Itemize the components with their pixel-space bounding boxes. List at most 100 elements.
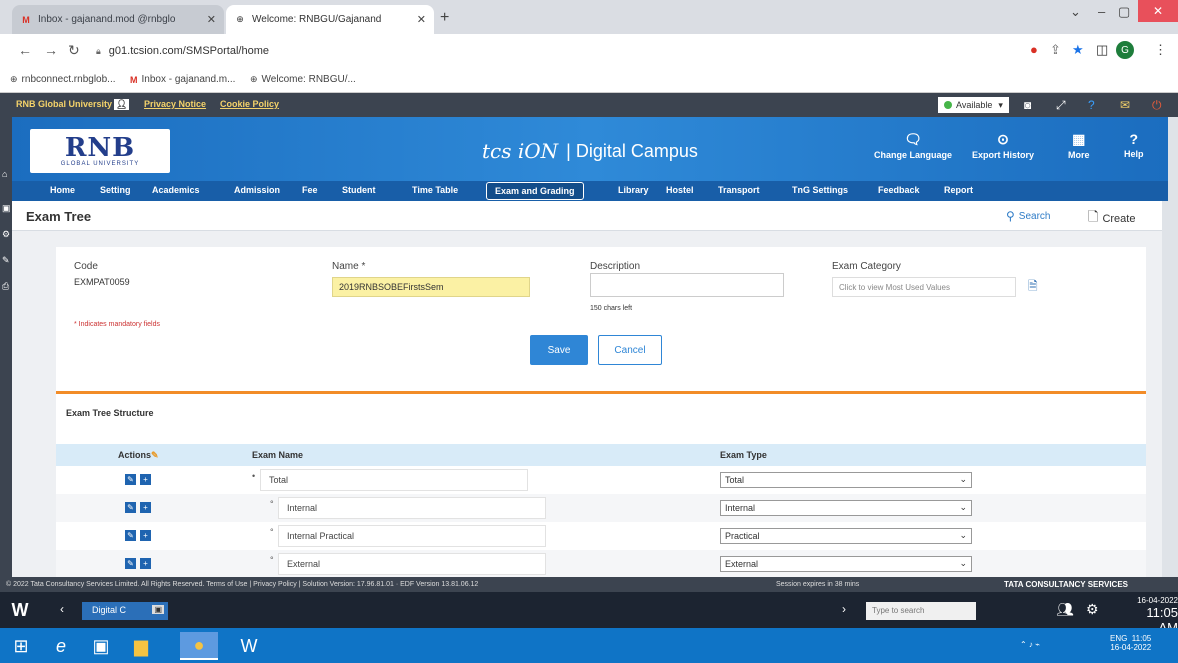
forward-icon[interactable]: →	[44, 42, 58, 58]
new-tab-button[interactable]: +	[440, 9, 449, 27]
more-button[interactable]: ▦ More	[1068, 131, 1090, 160]
share-icon[interactable]: ⇪	[1050, 42, 1061, 58]
menu-exam-and-grading[interactable]: Exam and Grading	[486, 182, 584, 200]
bookmark-welcome[interactable]: ⊕ Welcome: RNBGU/...	[250, 74, 356, 85]
tree-bullet-icon: °	[270, 555, 274, 565]
exam-type-select[interactable]: Practical ⌄	[720, 528, 972, 544]
word-icon[interactable]: W	[8, 598, 32, 622]
notification-icon[interactable]: ✉	[1120, 98, 1130, 112]
menu-fee[interactable]: Fee	[302, 185, 318, 195]
calendar-icon[interactable]: ▣	[2, 203, 11, 214]
menu-hostel[interactable]: Hostel	[666, 185, 694, 195]
exam-type-select[interactable]: Total ⌄	[720, 472, 972, 488]
edit-icon[interactable]: ✎	[125, 502, 136, 513]
sidepanel-icon[interactable]: ◫	[1096, 42, 1108, 58]
export-history-button[interactable]: ⊙ Export History	[972, 131, 1034, 160]
close-icon[interactable]: ✕	[207, 13, 216, 26]
bookmark-rnbconnect[interactable]: ⊕ rnbconnect.rnbglob...	[10, 74, 116, 85]
profile-avatar[interactable]: G	[1116, 41, 1134, 59]
close-icon[interactable]: ✕	[417, 13, 426, 26]
expand-icon[interactable]: ⤢	[1056, 98, 1066, 113]
tray-icons[interactable]: ⌃ ♪ ⌁	[1020, 640, 1040, 649]
menu-academics[interactable]: Academics	[152, 185, 200, 195]
add-icon[interactable]: +	[140, 474, 151, 485]
chevron-left-icon[interactable]: ‹	[60, 602, 64, 616]
add-icon[interactable]: +	[140, 530, 151, 541]
edit-icon[interactable]: ✎	[125, 530, 136, 541]
exam-category-label: Exam Category	[832, 261, 901, 272]
search-button[interactable]: ⚲ Search	[1006, 209, 1050, 223]
help-button[interactable]: ? Help	[1124, 131, 1144, 159]
star-icon[interactable]: ★	[1072, 42, 1084, 58]
tab-gmail[interactable]: M Inbox - gajanand.mod @rnbglo ✕	[12, 5, 224, 34]
availability-select[interactable]: Available ▾	[938, 97, 1009, 113]
menu-library[interactable]: Library	[618, 185, 649, 195]
bookmarks-bar: ⊕ rnbconnect.rnbglob... M Inbox - gajana…	[0, 67, 1178, 93]
description-input[interactable]	[590, 273, 784, 297]
location-icon[interactable]: ●	[1030, 42, 1038, 57]
menu-student[interactable]: Student	[342, 185, 376, 195]
tab-label: Inbox - gajanand.mod @rnbglo	[38, 14, 176, 25]
tab-portal[interactable]: ⊕ Welcome: RNBGU/Gajanand ✕	[226, 5, 434, 34]
cancel-button[interactable]: Cancel	[598, 335, 662, 365]
menu-transport[interactable]: Transport	[718, 185, 760, 195]
back-icon[interactable]: ←	[18, 42, 32, 58]
lookup-icon[interactable]: 🗎	[1028, 277, 1038, 298]
change-language-button[interactable]: 🗨︎ Change Language	[874, 131, 952, 160]
settings-icon[interactable]: ⚙	[1086, 601, 1099, 618]
power-icon[interactable]: ⏻	[1152, 98, 1162, 113]
cookie-policy-link[interactable]: Cookie Policy	[220, 99, 279, 109]
window-close-button[interactable]: ✕	[1138, 0, 1178, 22]
help-icon[interactable]: ?	[1088, 98, 1095, 112]
reload-icon[interactable]: ↻	[68, 42, 80, 59]
privacy-notice-link[interactable]: Privacy Notice	[144, 99, 206, 109]
bookmark-inbox[interactable]: M Inbox - gajanand.m...	[130, 74, 235, 85]
exam-name-input[interactable]: External	[278, 553, 546, 575]
gear-icon[interactable]: ⚙	[2, 229, 10, 240]
word-icon[interactable]: W	[236, 634, 262, 658]
kebab-menu-icon[interactable]: ⋮	[1154, 42, 1167, 58]
edit-icon[interactable]: ✎	[125, 558, 136, 569]
minimize-icon[interactable]: –	[1098, 4, 1105, 19]
maximize-icon[interactable]: ▢	[1118, 4, 1130, 20]
menu-report[interactable]: Report	[944, 185, 973, 195]
taskbar-app-digital[interactable]: Digital C ▣	[82, 602, 168, 620]
print-icon[interactable]: ⎙	[2, 281, 9, 292]
language-indicator: ENG	[1110, 634, 1128, 643]
people-icon[interactable]: 👥︎	[1056, 601, 1074, 618]
taskbar-search-input[interactable]: Type to search	[866, 602, 976, 620]
create-button[interactable]: 🗋 Create	[1088, 208, 1135, 230]
menu-tng-settings[interactable]: TnG Settings	[792, 185, 848, 195]
exam-category-input[interactable]: Click to view Most Used Values	[832, 277, 1016, 297]
menu-setting[interactable]: Setting	[100, 185, 131, 195]
store-icon[interactable]: ▣	[88, 634, 114, 658]
add-icon[interactable]: +	[140, 558, 151, 569]
menu-time-table[interactable]: Time Table	[412, 185, 458, 195]
exam-type-select[interactable]: Internal ⌄	[720, 500, 972, 516]
tree-heading: Exam Tree Structure	[66, 408, 154, 418]
chrome-icon[interactable]: ●	[180, 632, 218, 660]
address-bar[interactable]: 🔒︎ g01.tcsion.com/SMSPortal/home	[96, 40, 996, 62]
file-explorer-icon[interactable]: ▆	[128, 634, 154, 658]
add-icon[interactable]: +	[140, 502, 151, 513]
exam-name-input[interactable]: Total	[260, 469, 528, 491]
camera-icon[interactable]: ◙	[1024, 98, 1031, 112]
edit-icon[interactable]: ✎	[2, 255, 10, 266]
save-button[interactable]: Save	[530, 335, 588, 365]
clock-time: 11:05	[1131, 634, 1152, 643]
chevron-down-icon[interactable]: ⌄	[1070, 4, 1081, 20]
exam-name-input[interactable]: Internal Practical	[278, 525, 546, 547]
name-input[interactable]: 2019RNBSOBEFirstsSem	[332, 277, 530, 297]
user-icon[interactable]: 👤︎	[114, 99, 130, 110]
edge-icon[interactable]: e	[48, 634, 74, 658]
exam-name-input[interactable]: Internal	[278, 497, 546, 519]
chevron-right-icon[interactable]: ›	[842, 602, 846, 616]
menu-admission[interactable]: Admission	[234, 185, 280, 195]
home-icon[interactable]: ⌂	[2, 169, 7, 179]
edit-icon[interactable]: ✎	[125, 474, 136, 485]
exam-type-select[interactable]: External ⌄	[720, 556, 972, 572]
menu-feedback[interactable]: Feedback	[878, 185, 920, 195]
windows-start-icon[interactable]: ⊞	[8, 634, 34, 658]
menu-home[interactable]: Home	[50, 185, 75, 195]
status-dot-icon	[944, 101, 952, 109]
